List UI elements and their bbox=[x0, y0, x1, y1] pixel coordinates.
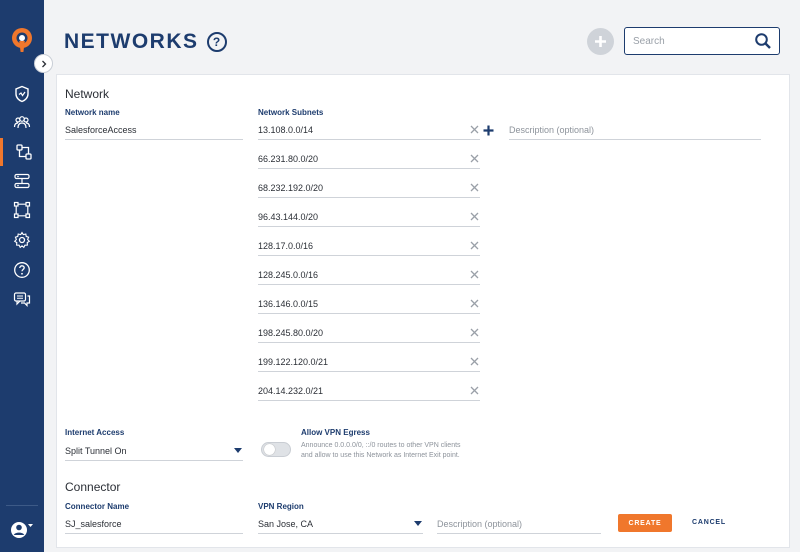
cancel-button[interactable]: CANCEL bbox=[692, 519, 726, 526]
subnet-input[interactable]: 198.245.80.0/20 bbox=[258, 323, 480, 343]
vpn-egress-toggle[interactable] bbox=[261, 442, 291, 457]
search-box bbox=[624, 27, 780, 55]
network-name-label: Network name bbox=[65, 108, 120, 117]
internet-access-value: Split Tunnel On bbox=[65, 445, 127, 456]
openvpn-logo-icon bbox=[10, 27, 34, 53]
nav-networks[interactable] bbox=[0, 138, 44, 166]
remove-subnet-close-icon[interactable] bbox=[468, 298, 480, 310]
help-button[interactable]: ? bbox=[206, 32, 227, 52]
vpn-egress-description-line2: and allow to use this Network as Interne… bbox=[301, 452, 460, 459]
remove-subnet-close-icon[interactable] bbox=[468, 385, 480, 397]
network-description-input[interactable]: Description (optional) bbox=[509, 120, 761, 140]
remove-subnet-close-icon[interactable] bbox=[468, 327, 480, 339]
network-description-placeholder: Description (optional) bbox=[509, 124, 595, 135]
shield-icon bbox=[15, 85, 29, 103]
user-menu-button[interactable] bbox=[10, 518, 36, 540]
gear-icon bbox=[13, 231, 31, 249]
remove-subnet-close-icon[interactable] bbox=[468, 240, 480, 252]
network-section-title: Network bbox=[65, 87, 110, 101]
subnet-value: 128.17.0.0/16 bbox=[258, 240, 314, 251]
connector-section-title: Connector bbox=[65, 480, 121, 494]
connector-description-placeholder: Description (optional) bbox=[437, 518, 523, 529]
vpn-egress-description-line1: Announce 0.0.0.0/0, ::/0 routes to other… bbox=[301, 442, 461, 449]
create-button[interactable]: CREATE bbox=[618, 514, 672, 532]
vpn-region-select[interactable]: San Jose, CA bbox=[258, 514, 423, 534]
internet-access-select[interactable]: Split Tunnel On bbox=[65, 441, 243, 461]
search-input[interactable] bbox=[633, 35, 752, 47]
chevron-down-icon bbox=[234, 448, 242, 453]
nav-help[interactable] bbox=[0, 256, 44, 284]
plus-icon bbox=[595, 36, 606, 47]
subnet-value: 198.245.80.0/20 bbox=[258, 327, 324, 338]
sidebar-divider bbox=[6, 505, 38, 506]
user-avatar-icon bbox=[11, 522, 33, 538]
network-subnets-label: Network Subnets bbox=[258, 108, 324, 117]
servers-icon bbox=[14, 173, 30, 189]
network-name-value: SalesforceAccess bbox=[65, 124, 137, 135]
subnet-value: 96.43.144.0/20 bbox=[258, 211, 319, 222]
nav-servers[interactable] bbox=[0, 167, 44, 195]
chevron-down-icon bbox=[414, 521, 422, 526]
remove-subnet-close-icon[interactable] bbox=[468, 182, 480, 194]
subnet-value: 199.122.120.0/21 bbox=[258, 356, 329, 367]
subnet-input[interactable]: 136.146.0.0/15 bbox=[258, 294, 480, 314]
subnet-value: 66.231.80.0/20 bbox=[258, 153, 319, 164]
vpn-region-label: VPN Region bbox=[258, 502, 304, 511]
remove-subnet-close-icon[interactable] bbox=[468, 356, 480, 368]
network-name-input[interactable]: SalesforceAccess bbox=[65, 120, 243, 140]
page-title-text: NETWORKS bbox=[64, 30, 199, 53]
toggle-knob bbox=[264, 444, 275, 455]
nav-support[interactable] bbox=[0, 285, 44, 313]
vpn-region-value: San Jose, CA bbox=[258, 518, 314, 529]
subnet-value: 68.232.192.0/20 bbox=[258, 182, 324, 193]
help-icon bbox=[14, 262, 30, 278]
subnet-input[interactable]: 199.122.120.0/21 bbox=[258, 352, 480, 372]
chat-icon bbox=[13, 292, 31, 307]
sidebar bbox=[0, 0, 44, 552]
internet-access-label: Internet Access bbox=[65, 428, 125, 437]
subnet-input[interactable]: 128.245.0.0/16 bbox=[258, 265, 480, 285]
subnet-input[interactable]: 68.232.192.0/20 bbox=[258, 178, 480, 198]
subnet-input[interactable]: 128.17.0.0/16 bbox=[258, 236, 480, 256]
chevron-right-icon bbox=[41, 60, 46, 67]
search-icon[interactable] bbox=[752, 30, 774, 52]
connector-name-label: Connector Name bbox=[65, 502, 130, 511]
expand-sidebar-button[interactable] bbox=[34, 54, 53, 73]
subnet-input[interactable]: 66.231.80.0/20 bbox=[258, 149, 480, 169]
subnet-value: 136.146.0.0/15 bbox=[258, 298, 319, 309]
connector-name-value: SJ_salesforce bbox=[65, 518, 122, 529]
subnet-input[interactable]: 204.14.232.0/21 bbox=[258, 381, 480, 401]
add-network-button[interactable] bbox=[587, 28, 614, 55]
remove-subnet-close-icon[interactable] bbox=[468, 124, 480, 136]
remove-subnet-close-icon[interactable] bbox=[468, 211, 480, 223]
topology-icon bbox=[13, 201, 31, 219]
nav-settings[interactable] bbox=[0, 226, 44, 254]
connector-name-input[interactable]: SJ_salesforce bbox=[65, 514, 243, 534]
add-subnet-plus-icon[interactable] bbox=[483, 125, 494, 136]
subnet-value: 204.14.232.0/21 bbox=[258, 385, 324, 396]
nav-shield[interactable] bbox=[0, 80, 44, 108]
subnet-value: 13.108.0.0/14 bbox=[258, 124, 314, 135]
remove-subnet-close-icon[interactable] bbox=[468, 153, 480, 165]
subnet-value: 128.245.0.0/16 bbox=[258, 269, 319, 280]
connector-description-input[interactable]: Description (optional) bbox=[437, 514, 601, 534]
subnet-input[interactable]: 96.43.144.0/20 bbox=[258, 207, 480, 227]
network-form-card: Network Network name SalesforceAccess Ne… bbox=[56, 74, 790, 548]
vpn-egress-label: Allow VPN Egress bbox=[301, 428, 370, 437]
subnet-input[interactable]: 13.108.0.0/14 bbox=[258, 120, 480, 140]
page-title: NETWORKS ? bbox=[64, 30, 227, 54]
nav-topology[interactable] bbox=[0, 196, 44, 224]
nav-users[interactable] bbox=[0, 109, 44, 137]
remove-subnet-close-icon[interactable] bbox=[468, 269, 480, 281]
networks-icon bbox=[15, 144, 32, 160]
users-icon bbox=[13, 116, 31, 129]
